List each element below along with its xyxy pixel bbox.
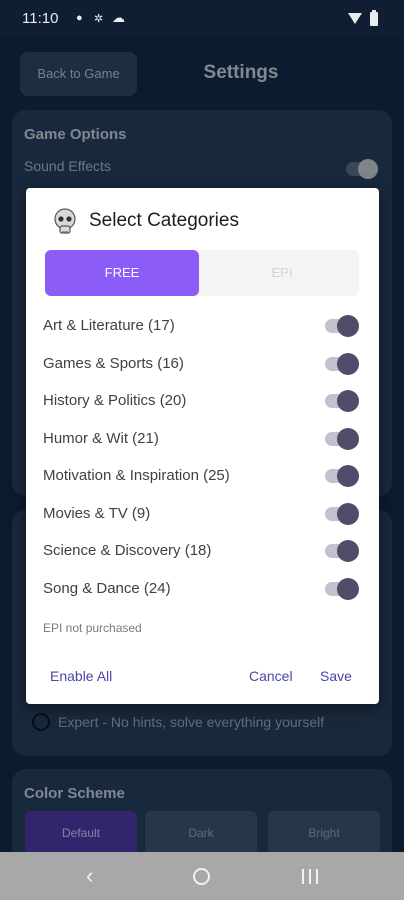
battery-icon xyxy=(370,10,378,26)
home-icon[interactable] xyxy=(193,868,210,885)
tab-epi[interactable]: EPI xyxy=(205,250,359,296)
settings-dot-icon: ✲ xyxy=(94,13,104,25)
save-button[interactable]: Save xyxy=(320,668,352,684)
category-label: Motivation & Inspiration (25) xyxy=(43,467,230,484)
category-label: Science & Discovery (18) xyxy=(43,542,212,559)
cancel-button[interactable]: Cancel xyxy=(249,668,293,684)
system-nav-bar: ‹ xyxy=(0,852,404,900)
category-row: Song & Dance (24) xyxy=(43,574,361,604)
category-label: Art & Literature (17) xyxy=(43,317,175,334)
back-icon[interactable]: ‹ xyxy=(86,865,93,887)
wifi-icon xyxy=(348,13,362,24)
dialog-title: Select Categories xyxy=(89,210,239,231)
category-row: Humor & Wit (21) xyxy=(43,424,361,454)
category-label: Games & Sports (16) xyxy=(43,354,184,372)
status-bar: 11:10 ● ✲ ☁ xyxy=(0,0,404,38)
category-row: Motivation & Inspiration (25) xyxy=(43,461,361,491)
tab-free[interactable]: FREE xyxy=(45,250,199,296)
epi-status-note: EPI not purchased xyxy=(43,621,142,635)
category-row: Games & Sports (16) xyxy=(43,349,361,379)
notification-icon: ● xyxy=(76,12,83,24)
skull-icon xyxy=(54,208,76,234)
category-label: Movies & TV (9) xyxy=(43,504,151,522)
category-row: Science & Discovery (18) xyxy=(43,536,361,566)
select-categories-dialog: Select Categories FREE EPI Art & Literat… xyxy=(26,188,379,704)
cloud-icon: ☁ xyxy=(112,10,125,25)
status-time: 11:10 xyxy=(22,10,59,27)
enable-all-button[interactable]: Enable All xyxy=(50,668,112,684)
category-tabs: FREE EPI xyxy=(45,250,359,296)
category-row: History & Politics (20) xyxy=(43,386,361,416)
category-row: Art & Literature (17) xyxy=(43,311,361,341)
category-label: History & Politics (20) xyxy=(43,392,187,409)
category-row: Movies & TV (9) xyxy=(43,499,361,529)
category-label: Humor & Wit (21) xyxy=(43,429,159,447)
category-label: Song & Dance (24) xyxy=(43,579,171,597)
recents-icon[interactable] xyxy=(302,869,318,884)
